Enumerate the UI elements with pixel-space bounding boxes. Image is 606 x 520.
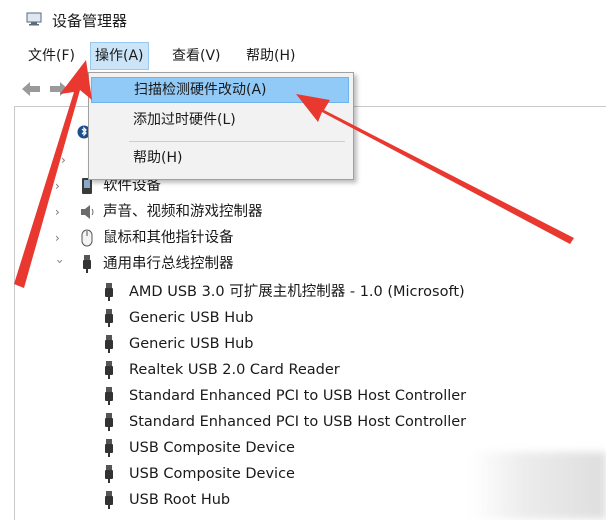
usb-icon xyxy=(105,439,113,457)
menu-view[interactable]: 查看(V) xyxy=(168,42,225,70)
usb-icon xyxy=(105,309,113,327)
usb-icon xyxy=(105,361,113,379)
forward-arrow-icon[interactable] xyxy=(48,80,70,98)
expander-icon[interactable]: › xyxy=(55,232,65,244)
menu-help-item[interactable]: 帮助(H) xyxy=(91,145,349,171)
watermark-blur xyxy=(470,452,606,519)
usb-device-label: USB Root Hub xyxy=(129,492,231,508)
title-bar: 设备管理器 xyxy=(0,0,606,40)
usb-icon xyxy=(105,465,113,483)
usb-device-label: Standard Enhanced PCI to USB Host Contro… xyxy=(129,388,467,404)
menu-help[interactable]: 帮助(H) xyxy=(242,42,299,70)
tree-item-label: 鼠标和其他指针设备 xyxy=(103,230,234,246)
action-menu-dropdown: 扫描检测硬件改动(A) 添加过时硬件(L) 帮助(H) xyxy=(88,72,354,180)
usb-device-label: Generic USB Hub xyxy=(129,336,254,352)
usb-device-label: USB Composite Device xyxy=(129,466,295,482)
usb-icon xyxy=(105,335,113,353)
menu-action[interactable]: 操作(A) xyxy=(90,42,149,70)
usb-device-label: Standard Enhanced PCI to USB Host Contro… xyxy=(129,414,467,430)
usb-icon xyxy=(105,413,113,431)
expanded-expander-icon[interactable]: › xyxy=(53,259,67,269)
collapsed-expander-icon[interactable]: › xyxy=(61,154,71,166)
menu-scan-hardware-changes[interactable]: 扫描检测硬件改动(A) xyxy=(91,77,349,103)
usb-icon xyxy=(105,491,113,509)
menu-file[interactable]: 文件(F) xyxy=(24,42,79,70)
back-arrow-icon[interactable] xyxy=(20,80,42,98)
usb-device-label: Generic USB Hub xyxy=(129,310,254,326)
speaker-icon xyxy=(81,205,94,219)
usb-device-label: USB Composite Device xyxy=(129,440,295,456)
usb-icon xyxy=(83,255,91,273)
tree-item-label: 通用串行总线控制器 xyxy=(103,256,234,272)
usb-icon xyxy=(105,387,113,405)
usb-device-label: AMD USB 3.0 可扩展主机控制器 - 1.0 (Microsoft) xyxy=(129,284,465,300)
usb-icon xyxy=(105,283,113,301)
mouse-icon xyxy=(81,229,93,247)
menu-add-legacy-hardware[interactable]: 添加过时硬件(L) xyxy=(91,107,349,133)
menu-separator xyxy=(129,141,345,142)
expander-icon[interactable]: › xyxy=(55,180,65,192)
device-manager-icon xyxy=(26,12,42,26)
window-title: 设备管理器 xyxy=(52,12,128,30)
tree-item-label: 声音、视频和游戏控制器 xyxy=(103,204,263,220)
usb-device-label: Realtek USB 2.0 Card Reader xyxy=(129,362,340,378)
menu-bar: 文件(F) 操作(A) 查看(V) 帮助(H) xyxy=(0,42,606,70)
expander-icon[interactable]: › xyxy=(55,206,65,218)
